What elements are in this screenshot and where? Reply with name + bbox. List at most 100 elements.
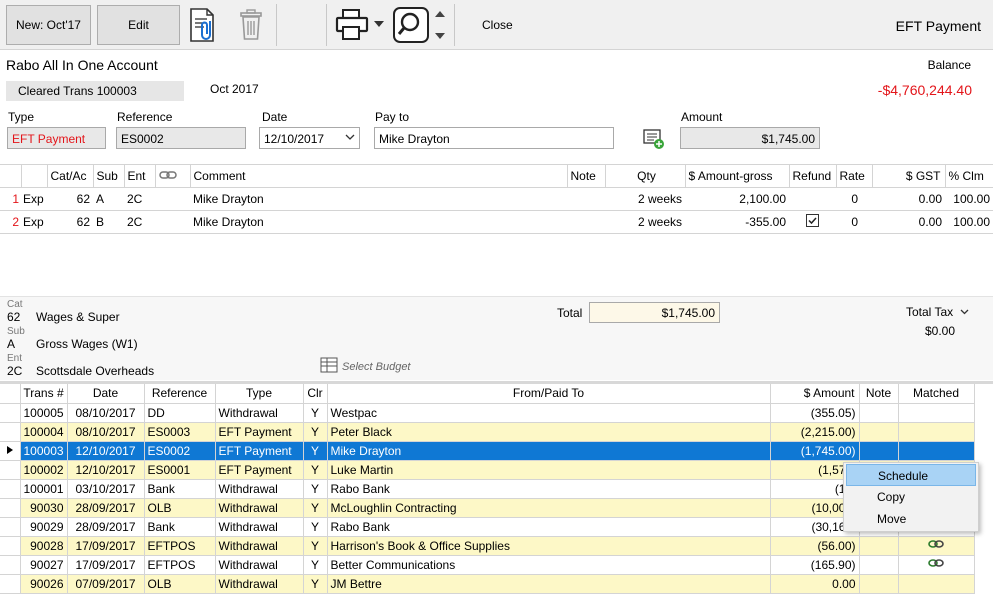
split-type[interactable]: Exp: [21, 210, 47, 234]
transaction-row[interactable]: 90027 17/09/2017 EFTPOS Withdrawal Y Better C…: [0, 555, 975, 575]
split-sub[interactable]: A: [93, 187, 124, 211]
split-rate[interactable]: 0: [836, 187, 872, 211]
printer-icon[interactable]: [334, 6, 386, 44]
tx-amount[interactable]: (56.00): [770, 536, 860, 556]
tx-col-note[interactable]: Note: [859, 384, 899, 404]
tx-type[interactable]: EFT Payment: [215, 460, 304, 480]
tx-date[interactable]: 12/10/2017: [67, 441, 145, 461]
select-budget-button[interactable]: Select Budget: [320, 357, 411, 376]
tx-reference[interactable]: ES0001: [144, 460, 216, 480]
tx-reference[interactable]: EFTPOS: [144, 536, 216, 556]
tx-type[interactable]: Withdrawal: [215, 555, 304, 575]
split-link[interactable]: [155, 187, 190, 211]
tx-reference[interactable]: Bank: [144, 517, 216, 537]
edit-button[interactable]: Edit: [97, 5, 180, 45]
tx-type[interactable]: EFT Payment: [215, 441, 304, 461]
tx-trans[interactable]: 100002: [20, 460, 68, 480]
tx-amount[interactable]: (355.05): [770, 403, 860, 423]
total-tax-label[interactable]: Total Tax: [906, 305, 969, 319]
date-picker[interactable]: 12/10/2017: [259, 127, 360, 149]
split-cat[interactable]: 62: [47, 210, 93, 234]
tx-clr[interactable]: Y: [303, 403, 328, 423]
split-sub[interactable]: B: [93, 210, 124, 234]
tx-trans[interactable]: 100003: [20, 441, 68, 461]
tx-payee[interactable]: Rabo Bank: [327, 517, 771, 537]
tx-reference[interactable]: ES0002: [144, 441, 216, 461]
split-note[interactable]: [567, 187, 605, 211]
tx-col-trans[interactable]: Trans #: [20, 384, 68, 404]
tx-reference[interactable]: OLB: [144, 574, 216, 594]
split-amount[interactable]: -355.00: [685, 210, 789, 234]
trash-icon[interactable]: [236, 6, 266, 44]
tx-amount[interactable]: (2,215.00): [770, 422, 860, 442]
tx-date[interactable]: 03/10/2017: [67, 479, 145, 499]
transaction-row[interactable]: 90026 07/09/2017 OLB Withdrawal Y JM Bettre 0.…: [0, 574, 975, 594]
tx-trans[interactable]: 100001: [20, 479, 68, 499]
context-menu-schedule[interactable]: Schedule: [846, 464, 976, 486]
tx-date[interactable]: 08/10/2017: [67, 403, 145, 423]
tx-clr[interactable]: Y: [303, 536, 328, 556]
amount-field[interactable]: $1,745.00: [680, 127, 820, 149]
tx-payee[interactable]: Harrison's Book & Office Supplies: [327, 536, 771, 556]
split-comment[interactable]: Mike Drayton: [190, 210, 567, 234]
checkbox-icon[interactable]: [806, 214, 819, 230]
tx-type[interactable]: EFT Payment: [215, 422, 304, 442]
tx-col-payee[interactable]: From/Paid To: [327, 384, 771, 404]
tx-trans[interactable]: 100004: [20, 422, 68, 442]
transaction-row[interactable]: 100002 12/10/2017 ES0001 EFT Payment Y Luke M…: [0, 460, 975, 480]
splits-col-ent[interactable]: Ent: [124, 164, 156, 188]
tx-trans[interactable]: 90029: [20, 517, 68, 537]
splits-col-clm[interactable]: % Clm: [945, 164, 993, 188]
row-indicator[interactable]: [0, 460, 21, 480]
tx-clr[interactable]: Y: [303, 498, 328, 518]
tx-payee[interactable]: Better Communications: [327, 555, 771, 575]
tx-col-matched[interactable]: Matched: [898, 384, 975, 404]
tx-note[interactable]: [859, 422, 899, 442]
tx-col-clr[interactable]: Clr: [303, 384, 328, 404]
split-comment[interactable]: Mike Drayton: [190, 187, 567, 211]
row-indicator[interactable]: [0, 498, 21, 518]
split-row[interactable]: 2 Exp 62 B 2C Mike Drayton 2 weeks -355.…: [0, 210, 993, 234]
tx-matched[interactable]: [898, 422, 975, 442]
tx-trans[interactable]: 90030: [20, 498, 68, 518]
split-cat[interactable]: 62: [47, 187, 93, 211]
tx-amount[interactable]: 0.00: [770, 574, 860, 594]
tx-type[interactable]: Withdrawal: [215, 403, 304, 423]
transaction-row[interactable]: 90028 17/09/2017 EFTPOS Withdrawal Y Harrison…: [0, 536, 975, 556]
tx-note[interactable]: [859, 536, 899, 556]
row-indicator[interactable]: [0, 517, 21, 537]
transaction-row[interactable]: 100003 12/10/2017 ES0002 EFT Payment Y Mike D…: [0, 441, 975, 461]
tx-clr[interactable]: Y: [303, 479, 328, 499]
scroll-down-icon[interactable]: [432, 28, 448, 44]
split-row[interactable]: 1 Exp 62 A 2C Mike Drayton 2 weeks 2,100…: [0, 187, 993, 211]
transaction-row[interactable]: 100004 08/10/2017 ES0003 EFT Payment Y Peter …: [0, 422, 975, 442]
tx-date[interactable]: 08/10/2017: [67, 422, 145, 442]
tx-col-date[interactable]: Date: [67, 384, 145, 404]
tx-amount[interactable]: (165.90): [770, 555, 860, 575]
split-ent[interactable]: 2C: [124, 187, 155, 211]
split-rate[interactable]: 0: [836, 210, 872, 234]
tx-trans[interactable]: 90028: [20, 536, 68, 556]
tx-type[interactable]: Withdrawal: [215, 536, 304, 556]
row-indicator[interactable]: [0, 403, 21, 423]
tx-note[interactable]: [859, 574, 899, 594]
transaction-row[interactable]: 90030 28/09/2017 OLB Withdrawal Y McLoughlin …: [0, 498, 975, 518]
tx-matched[interactable]: [898, 441, 975, 461]
tx-type[interactable]: Withdrawal: [215, 498, 304, 518]
close-button[interactable]: Close: [482, 18, 513, 32]
splits-col-cat[interactable]: Cat/Ac: [47, 164, 94, 188]
tx-amount[interactable]: (1,745.00): [770, 441, 860, 461]
splits-col-link[interactable]: [155, 164, 191, 188]
tx-clr[interactable]: Y: [303, 441, 328, 461]
splits-col-sub[interactable]: Sub: [93, 164, 125, 188]
split-qty[interactable]: 2 weeks: [605, 187, 685, 211]
tx-col-type[interactable]: Type: [215, 384, 304, 404]
tx-type[interactable]: Withdrawal: [215, 479, 304, 499]
tx-clr[interactable]: Y: [303, 555, 328, 575]
tx-matched[interactable]: [898, 403, 975, 423]
split-qty[interactable]: 2 weeks: [605, 210, 685, 234]
tx-date[interactable]: 17/09/2017: [67, 555, 145, 575]
tx-date[interactable]: 28/09/2017: [67, 517, 145, 537]
row-indicator[interactable]: [0, 479, 21, 499]
search-icon[interactable]: [393, 6, 429, 44]
